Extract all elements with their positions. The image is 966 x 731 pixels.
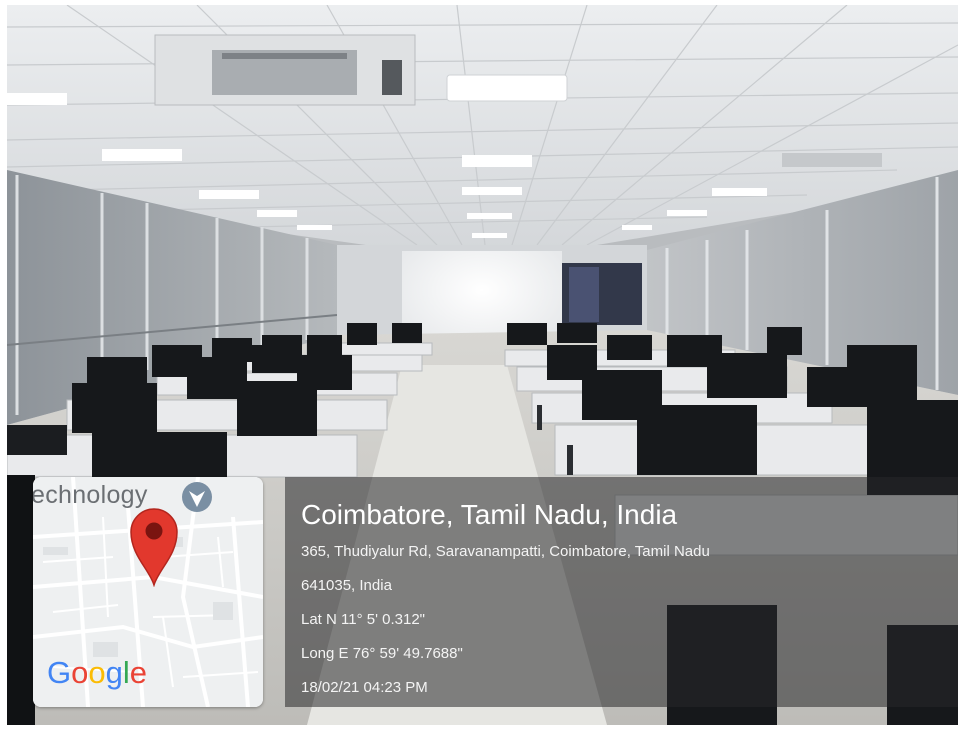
- latitude-text: Lat N 11° 5' 0.312": [301, 611, 425, 628]
- map-thumbnail[interactable]: echnology Google: [33, 477, 263, 707]
- google-logo: Google: [47, 655, 147, 691]
- address-line-2: 641035, India: [301, 577, 392, 594]
- photo-frame: echnology Google Coimbatore, Tamil Nadu,…: [7, 5, 958, 725]
- timestamp-text: 18/02/21 04:23 PM: [301, 679, 428, 696]
- google-logo-letter: o: [88, 655, 106, 690]
- google-logo-letter: e: [129, 655, 148, 690]
- address-line-1: 365, Thudiyalur Rd, Saravanampatti, Coim…: [301, 543, 710, 560]
- location-info-panel: Coimbatore, Tamil Nadu, India 365, Thudi…: [285, 477, 958, 707]
- longitude-text: Long E 76° 59' 49.7688": [301, 645, 463, 662]
- location-title: Coimbatore, Tamil Nadu, India: [301, 499, 678, 530]
- google-logo-letter: l: [122, 655, 130, 690]
- google-logo-letter: g: [105, 655, 123, 690]
- map-pin-icon: [130, 508, 178, 587]
- google-logo-letter: G: [47, 655, 72, 690]
- navigation-icon: [182, 482, 212, 512]
- google-logo-letter: o: [71, 655, 89, 690]
